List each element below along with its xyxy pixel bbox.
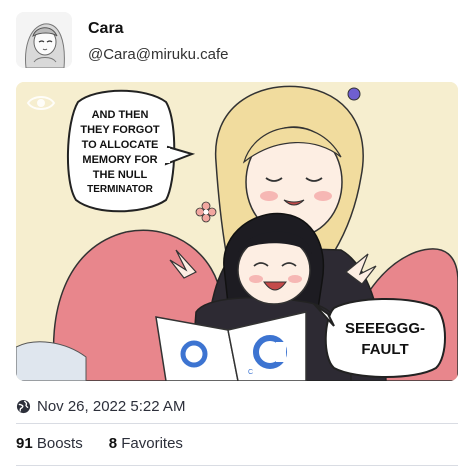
boosts-label: Boosts [36, 435, 83, 452]
bubble-left-line-4: MEMORY FOR [82, 154, 157, 166]
display-name[interactable]: Cara [88, 20, 124, 38]
bubble-left-line-6: TERMINATOR [87, 184, 154, 195]
status-header: Cara @Cara@miruku.cafe [16, 12, 456, 72]
bubble-left-line-3: TO ALLOCATE [82, 139, 159, 151]
favorites-link[interactable]: 8 Favorites [109, 435, 183, 452]
timestamp-text: Nov 26, 2022 5:22 AM [37, 397, 186, 415]
boosts-link[interactable]: 91 Boosts [16, 435, 83, 452]
comic-image: C AND THEN THEY FORGOT TO ALLOCATE MEMOR… [16, 82, 458, 381]
media-attachment[interactable]: C AND THEN THEY FORGOT TO ALLOCATE MEMOR… [16, 82, 458, 381]
avatar-image [16, 12, 72, 68]
divider [16, 423, 458, 424]
account-handle[interactable]: @Cara@miruku.cafe [88, 46, 229, 63]
globe-icon [16, 399, 31, 413]
eye-icon[interactable] [26, 92, 56, 114]
status-stats: 91 Boosts 8 Favorites [16, 435, 183, 452]
favorites-count: 8 [108, 435, 118, 452]
favorites-label: Favorites [121, 435, 183, 452]
book-cover-letter: C [248, 369, 253, 376]
avatar[interactable] [16, 12, 72, 68]
boosts-count: 91 [16, 435, 33, 452]
bubble-right-line-2: FAULT [361, 341, 408, 358]
bubble-left-line-1: AND THEN [92, 109, 149, 121]
divider [16, 465, 458, 466]
status-timestamp[interactable]: Nov 26, 2022 5:22 AM [16, 396, 185, 416]
bubble-left-line-2: THEY FORGOT [80, 124, 160, 136]
bubble-left-line-5: THE NULL [93, 169, 148, 181]
bubble-right-line-1: SEEEGGG- [345, 320, 425, 337]
